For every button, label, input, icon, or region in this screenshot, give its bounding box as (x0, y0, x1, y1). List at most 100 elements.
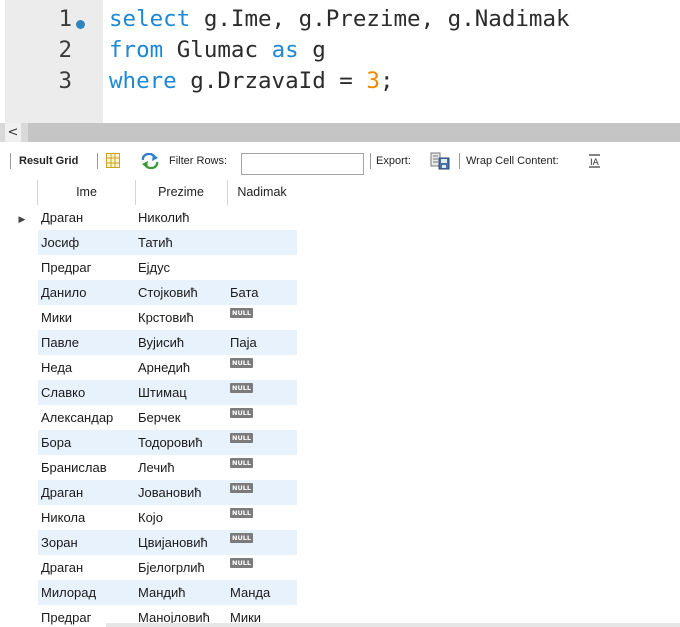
row-marker[interactable] (8, 405, 36, 430)
result-grid[interactable]: Ime Prezime Nadimak ▶ Драган Николић Јосиф Т… (8, 180, 297, 627)
cell-ime[interactable]: Павле (38, 330, 135, 355)
table-row[interactable]: Неда Арнедић NULL (8, 355, 297, 380)
column-header-ime[interactable]: Ime (38, 180, 135, 205)
row-marker[interactable] (8, 555, 36, 580)
grid-horizontal-scrollbar[interactable] (106, 623, 680, 627)
cell-nadimak[interactable]: NULL (227, 455, 297, 480)
cell-ime[interactable]: Данило (38, 280, 135, 305)
filter-rows-input[interactable] (241, 153, 364, 175)
cell-nadimak[interactable] (227, 255, 297, 280)
table-row[interactable]: Јосиф Татић (8, 230, 297, 255)
row-marker[interactable] (8, 580, 36, 605)
table-row[interactable]: Славко Штимац NULL (8, 380, 297, 405)
result-grid-tab[interactable]: Result Grid (19, 154, 78, 168)
line-number: 1 (58, 6, 72, 32)
refresh-icon[interactable] (140, 153, 160, 169)
table-row[interactable]: Мики Крстовић NULL (8, 305, 297, 330)
row-marker[interactable] (8, 505, 36, 530)
cell-ime[interactable]: Александар (38, 405, 135, 430)
result-toolbar: Result Grid Filter Rows: Export: Wrap Ce… (0, 142, 680, 179)
cell-ime[interactable]: Славко (38, 380, 135, 405)
editor-horizontal-scrollbar[interactable]: < (0, 123, 680, 142)
wrap-icon[interactable]: IA (588, 154, 601, 168)
cell-ime[interactable]: Драган (38, 205, 135, 230)
cell-ime[interactable]: Зоран (38, 530, 135, 555)
table-row[interactable]: Павле Вујисић Паја (8, 330, 297, 355)
table-row[interactable]: Предраг Ејдус (8, 255, 297, 280)
cell-nadimak[interactable]: NULL (227, 380, 297, 405)
cell-nadimak[interactable]: Бата (227, 280, 297, 305)
cell-ime[interactable]: Драган (38, 480, 135, 505)
cell-ime[interactable]: Мики (38, 305, 135, 330)
row-marker[interactable] (8, 330, 36, 355)
cell-prezime[interactable]: Татић (135, 230, 227, 255)
column-header-prezime[interactable]: Prezime (135, 180, 227, 205)
column-header-nadimak[interactable]: Nadimak (227, 180, 297, 205)
sql-editor[interactable]: 1 select g.Ime, g.Prezime, g.Nadimak 2 from… (0, 0, 680, 123)
row-marker[interactable] (8, 530, 36, 555)
cell-nadimak[interactable] (227, 230, 297, 255)
row-marker[interactable] (8, 255, 36, 280)
cell-prezime[interactable]: Јовановић (135, 480, 227, 505)
row-marker[interactable] (8, 455, 36, 480)
cell-ime[interactable]: Милорад (38, 580, 135, 605)
cell-prezime[interactable]: Штимац (135, 380, 227, 405)
export-icon[interactable] (430, 152, 450, 170)
cell-prezime[interactable]: Тодоровић (135, 430, 227, 455)
cell-prezime[interactable]: Којо (135, 505, 227, 530)
table-row[interactable]: Драган Бјелогрлић NULL (8, 555, 297, 580)
cell-ime[interactable]: Драган (38, 555, 135, 580)
cell-prezime[interactable]: Вујисић (135, 330, 227, 355)
cell-prezime[interactable]: Стојковић (135, 280, 227, 305)
row-marker[interactable] (8, 305, 36, 330)
table-row[interactable]: Бора Тодоровић NULL (8, 430, 297, 455)
cell-nadimak[interactable]: NULL (227, 405, 297, 430)
cell-nadimak[interactable]: NULL (227, 505, 297, 530)
cell-nadimak[interactable]: NULL (227, 430, 297, 455)
cell-prezime[interactable]: Лечић (135, 455, 227, 480)
cell-nadimak[interactable]: Манда (227, 580, 297, 605)
cell-prezime[interactable]: Арнедић (135, 355, 227, 380)
cell-ime[interactable]: Предраг (38, 255, 135, 280)
row-marker[interactable] (8, 605, 36, 627)
cell-ime[interactable]: Јосиф (38, 230, 135, 255)
cell-nadimak[interactable]: NULL (227, 480, 297, 505)
row-marker[interactable] (8, 280, 36, 305)
cell-prezime[interactable]: Мандић (135, 580, 227, 605)
row-marker[interactable] (8, 355, 36, 380)
cell-nadimak[interactable]: NULL (227, 555, 297, 580)
table-row[interactable]: Данило Стојковић Бата (8, 280, 297, 305)
table-row[interactable]: ▶ Драган Николић (8, 205, 297, 230)
row-marker[interactable] (8, 380, 36, 405)
cell-nadimak[interactable]: Паја (227, 330, 297, 355)
cell-prezime[interactable]: Крстовић (135, 305, 227, 330)
cell-ime[interactable]: Никола (38, 505, 135, 530)
row-marker[interactable]: ▶ (8, 205, 36, 230)
row-marker[interactable] (8, 480, 36, 505)
row-marker[interactable] (8, 430, 36, 455)
cell-nadimak[interactable]: NULL (227, 355, 297, 380)
cell-ime[interactable]: Бранислав (38, 455, 135, 480)
cell-prezime[interactable]: Берчек (135, 405, 227, 430)
table-row[interactable]: Милорад Мандић Манда (8, 580, 297, 605)
column-divider (37, 180, 38, 205)
table-row[interactable]: Бранислав Лечић NULL (8, 455, 297, 480)
table-row[interactable]: Зоран Цвијановић NULL (8, 530, 297, 555)
grid-icon[interactable] (106, 153, 120, 168)
row-marker[interactable] (8, 230, 36, 255)
fold-marker-icon[interactable] (76, 20, 85, 29)
cell-nadimak[interactable]: NULL (227, 530, 297, 555)
cell-nadimak[interactable] (227, 205, 297, 230)
cell-prezime[interactable]: Цвијановић (135, 530, 227, 555)
cell-ime[interactable]: Бора (38, 430, 135, 455)
table-row[interactable]: Александар Берчек NULL (8, 405, 297, 430)
cell-ime[interactable]: Неда (38, 355, 135, 380)
cell-prezime[interactable]: Бјелогрлић (135, 555, 227, 580)
table-row[interactable]: Драган Јовановић NULL (8, 480, 297, 505)
scroll-left-arrow[interactable]: < (5, 123, 21, 142)
table-row[interactable]: Никола Којо NULL (8, 505, 297, 530)
cell-prezime[interactable]: Николић (135, 205, 227, 230)
scrollbar-thumb[interactable] (28, 123, 680, 142)
cell-prezime[interactable]: Ејдус (135, 255, 227, 280)
cell-nadimak[interactable]: NULL (227, 305, 297, 330)
